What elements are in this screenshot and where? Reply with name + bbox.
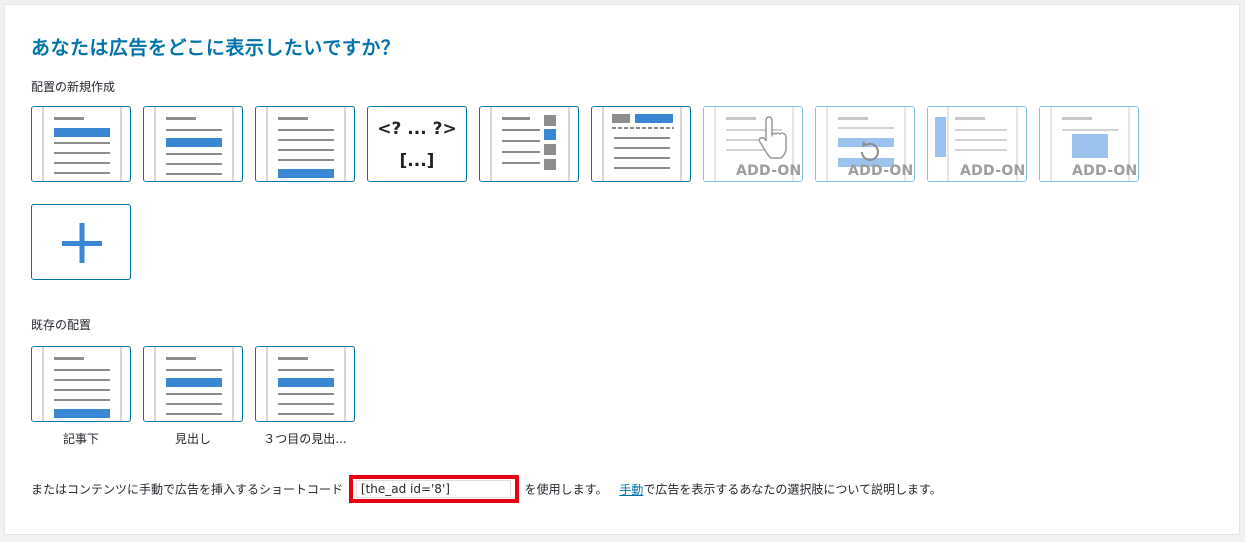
code-tile-line1: <? ... ?> xyxy=(377,119,457,139)
existing-placement-caption: 記事下 xyxy=(62,432,99,446)
add-placement-button[interactable] xyxy=(31,204,131,280)
content-icon xyxy=(154,347,234,421)
plus-icon xyxy=(62,223,102,263)
page-title: あなたは広告をどこに表示したいですか？ xyxy=(31,37,401,59)
content-icon xyxy=(266,347,346,421)
new-placement-label: 配置の新規作成 xyxy=(31,80,116,94)
shortcode-instructions: またはコンテンツに手動で広告を挿入するショートコード を使用します。 手動で広告… xyxy=(31,475,942,503)
placement-addon-rotation[interactable]: ADD-ON xyxy=(815,106,915,182)
placements-panel: あなたは広告をどこに表示したいですか？ 配置の新規作成 <? ... ?> [.… xyxy=(4,4,1240,535)
placement-type-sidebar-widget[interactable] xyxy=(479,106,579,182)
after-content-icon xyxy=(42,347,122,421)
placement-type-header[interactable] xyxy=(591,106,691,182)
existing-placement-caption: 見出し xyxy=(174,432,211,446)
placement-addon-sticky[interactable]: ADD-ON xyxy=(927,106,1027,182)
addon-badge: ADD-ON xyxy=(960,163,1026,179)
placement-type-after-content[interactable] xyxy=(255,106,355,182)
placement-addon-custom-position[interactable]: ADD-ON xyxy=(703,106,803,182)
content-icon xyxy=(154,107,234,181)
manual-link[interactable]: 手動 xyxy=(619,483,643,497)
shortcode-field[interactable] xyxy=(355,480,511,498)
shortcode-tail: で広告を表示するあなたの選択肢について説明します。 xyxy=(643,482,942,497)
shortcode-highlight xyxy=(348,475,519,503)
existing-placement-caption: ３つ目の見出... xyxy=(263,432,347,446)
after-content-icon xyxy=(266,107,346,181)
header-icon xyxy=(602,107,682,181)
existing-placement-label: 既存の配置 xyxy=(31,318,92,332)
addon-badge: ADD-ON xyxy=(848,163,914,179)
placement-type-manual[interactable]: <? ... ?> [...] xyxy=(367,106,467,182)
before-content-icon xyxy=(42,107,122,181)
sidebar-widget-icon xyxy=(490,107,570,181)
placement-type-content[interactable] xyxy=(143,106,243,182)
placement-type-before-content[interactable] xyxy=(31,106,131,182)
existing-placement-item[interactable] xyxy=(31,346,131,422)
shortcode-suffix: を使用します。 xyxy=(524,482,608,497)
existing-placement-item[interactable] xyxy=(255,346,355,422)
existing-placement-item[interactable] xyxy=(143,346,243,422)
placement-addon-layer[interactable]: ADD-ON xyxy=(1039,106,1139,182)
addon-badge: ADD-ON xyxy=(1072,163,1138,179)
code-tile-line2: [...] xyxy=(399,151,435,171)
addon-badge: ADD-ON xyxy=(736,163,802,179)
shortcode-prefix: またはコンテンツに手動で広告を挿入するショートコード xyxy=(31,482,344,497)
